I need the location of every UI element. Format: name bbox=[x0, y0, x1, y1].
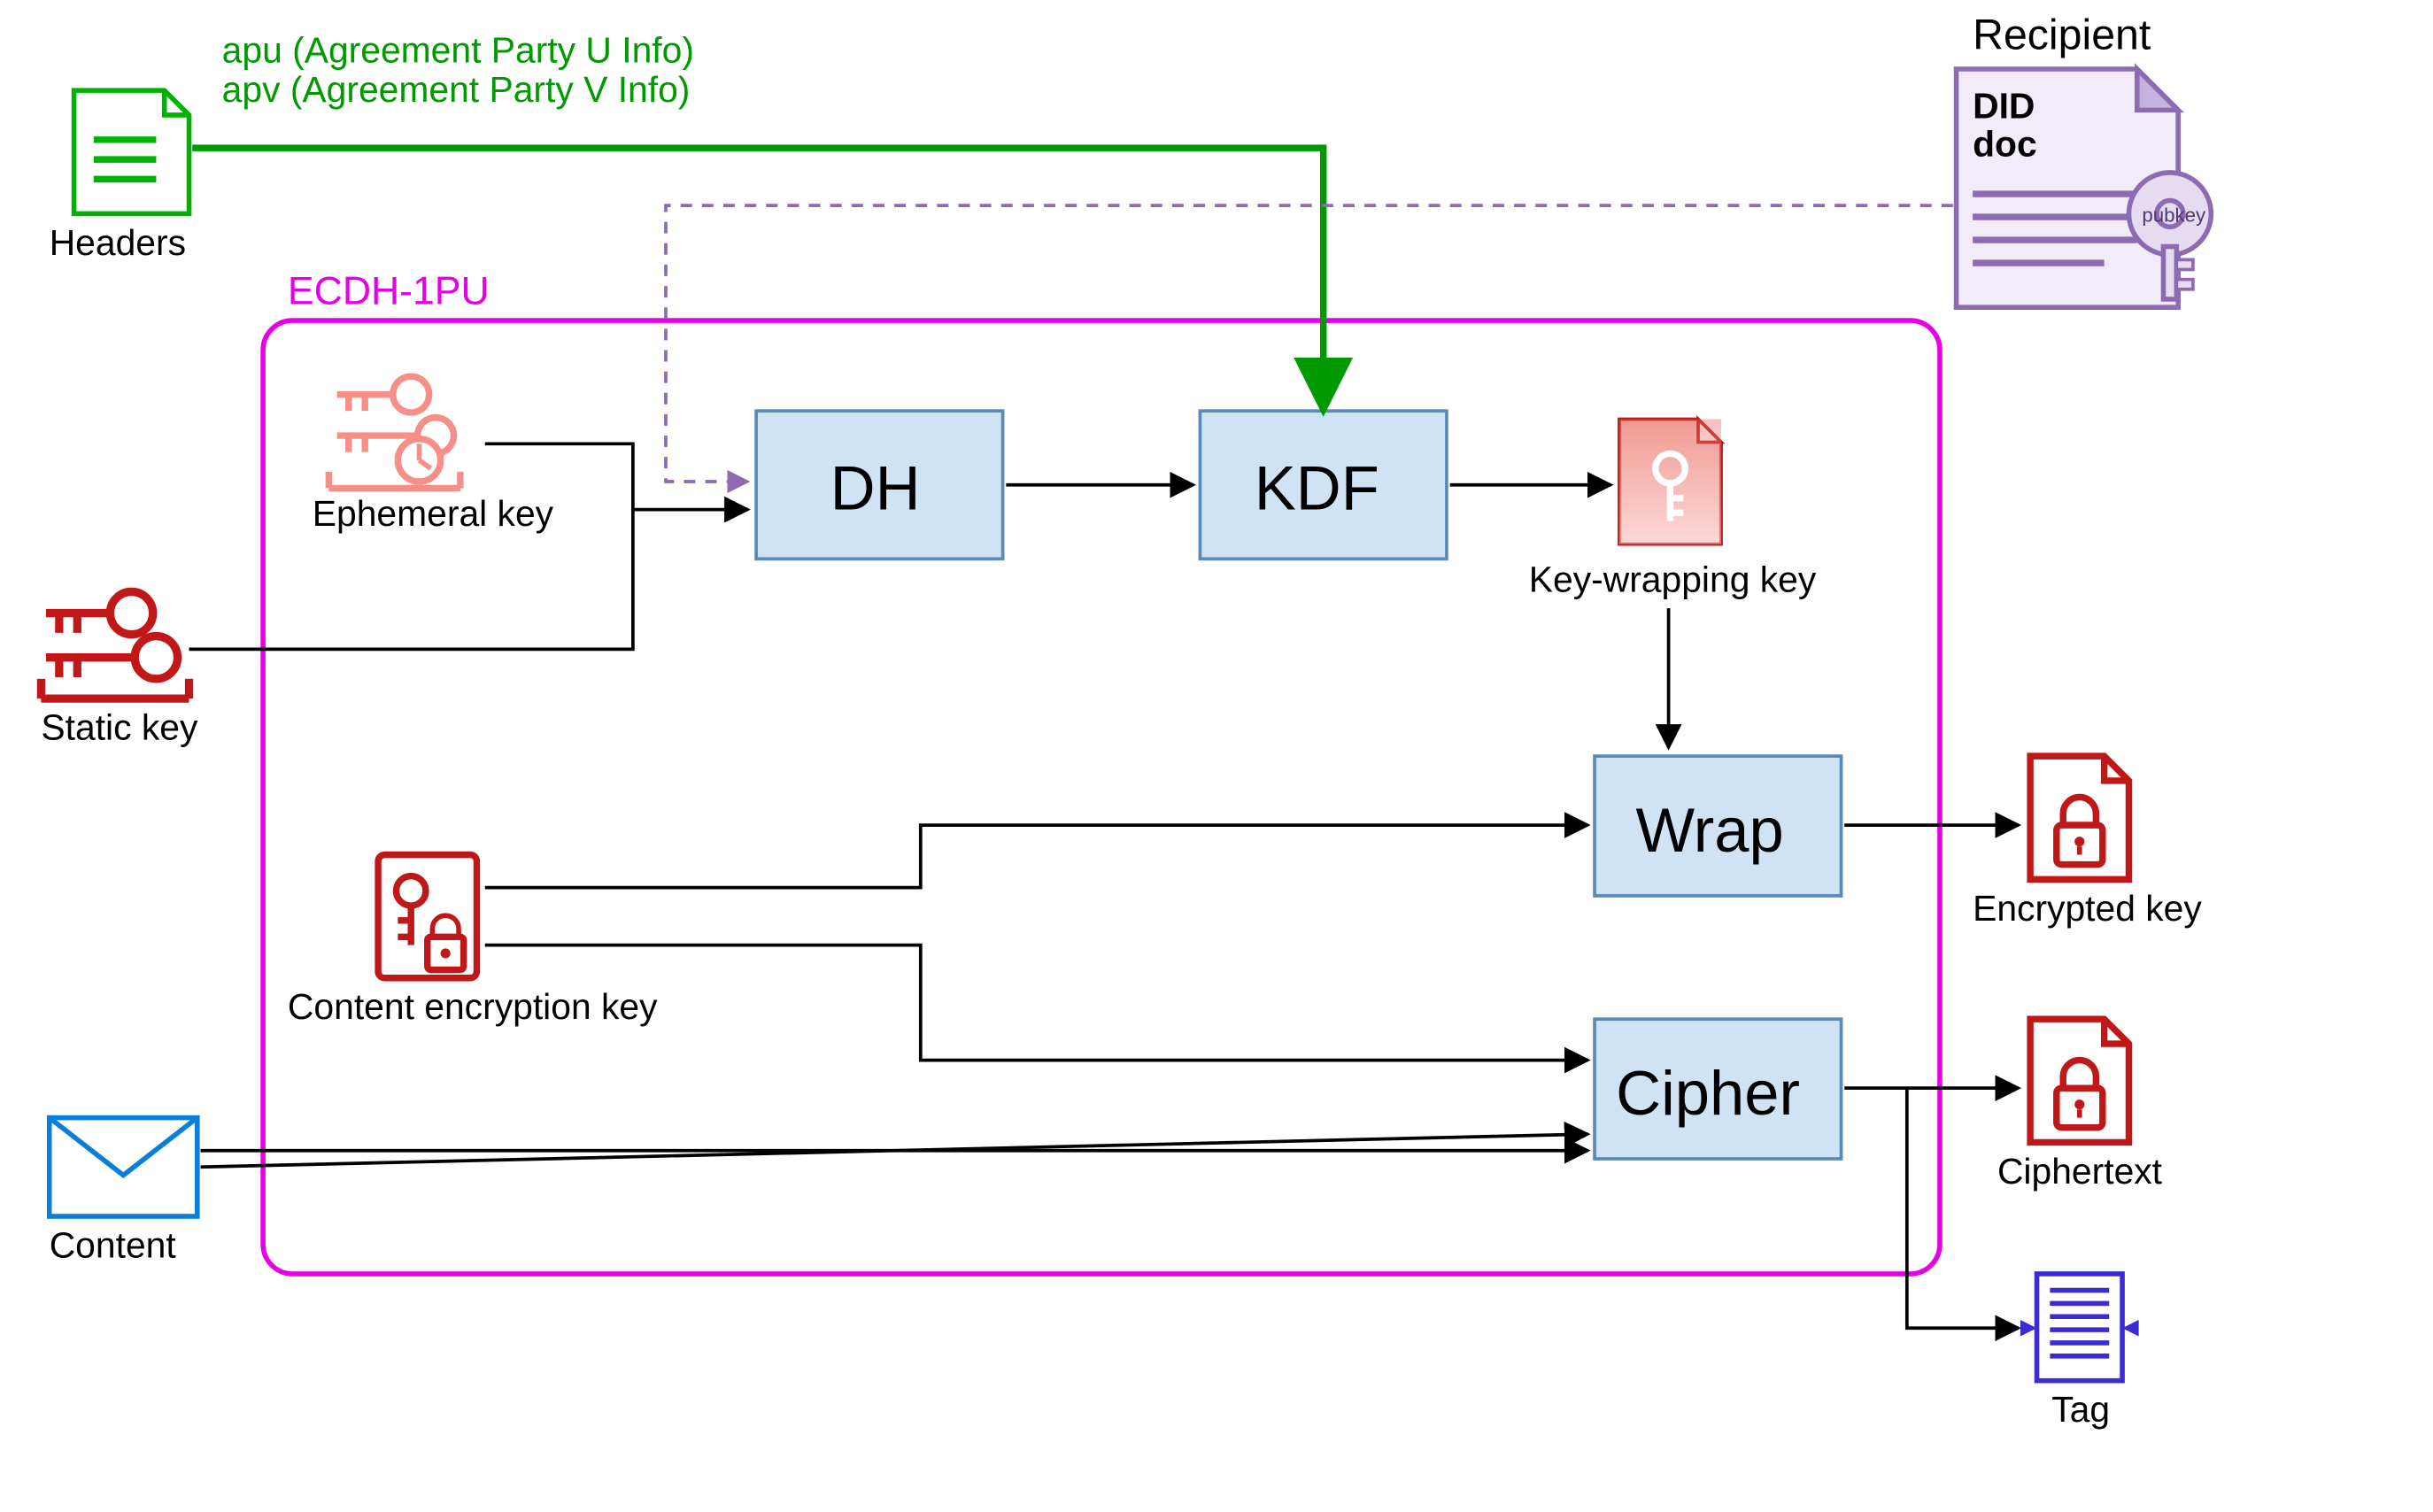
content-label: Content bbox=[50, 1224, 177, 1265]
ciphertext-icon bbox=[2030, 1019, 2128, 1142]
static-key-icon bbox=[41, 591, 189, 698]
ephemeral-key-icon bbox=[328, 376, 460, 488]
apv-label: apv (Agreement Party V Info) bbox=[222, 69, 691, 110]
ciphertext-label: Ciphertext bbox=[1997, 1151, 2163, 1192]
ecdh-1pu-diagram: ECDH-1PU Headers apu (Agreement Party U … bbox=[0, 0, 2433, 1512]
cipher-to-tag-arrow bbox=[1907, 1088, 2019, 1328]
tag-label: Tag bbox=[2051, 1389, 2110, 1430]
ecdh-title: ECDH-1PU bbox=[288, 269, 490, 312]
wrap-label: Wrap bbox=[1635, 795, 1783, 865]
cek-icon bbox=[378, 855, 476, 978]
static-key-label: Static key bbox=[41, 707, 198, 748]
cek-label: Content encryption key bbox=[288, 986, 658, 1027]
kdf-label: KDF bbox=[1255, 453, 1379, 523]
apu-label: apu (Agreement Party U Info) bbox=[222, 30, 694, 71]
kwk-icon bbox=[1619, 419, 1721, 544]
headers-icon bbox=[74, 90, 189, 213]
svg-text:doc: doc bbox=[1973, 123, 2037, 164]
tag-icon bbox=[2020, 1274, 2139, 1381]
cek-to-wrap-arrow bbox=[485, 825, 1588, 888]
recipient-title: Recipient bbox=[1973, 12, 2151, 59]
encrypted-key-label: Encrypted key bbox=[1973, 888, 2202, 929]
ephemeral-key-label: Ephemeral key bbox=[313, 493, 554, 534]
encrypted-key-icon bbox=[2030, 756, 2128, 879]
svg-text:pubkey: pubkey bbox=[2142, 204, 2206, 227]
dh-label: DH bbox=[830, 453, 921, 523]
cipher-label: Cipher bbox=[1616, 1058, 1800, 1128]
svg-text:DID: DID bbox=[1973, 86, 2035, 127]
headers-label: Headers bbox=[50, 222, 186, 263]
content-icon bbox=[50, 1118, 197, 1216]
kwk-label: Key-wrapping key bbox=[1529, 559, 1817, 599]
